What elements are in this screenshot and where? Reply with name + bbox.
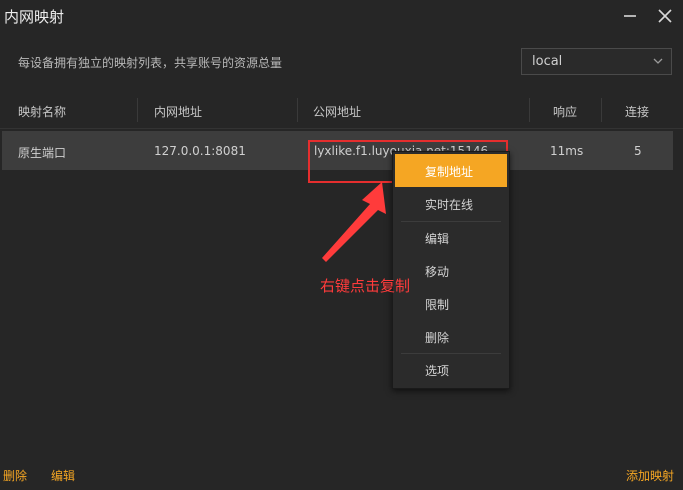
menu-item-options[interactable]: 选项 bbox=[393, 353, 509, 386]
column-divider[interactable] bbox=[297, 98, 298, 122]
annotation-text: 右键点击复制 bbox=[320, 277, 411, 295]
menu-item-copy-address[interactable]: 复制地址 bbox=[395, 154, 507, 187]
connections-cell: 5 bbox=[634, 144, 642, 158]
table-header: 映射名称 内网地址 公网地址 响应 连接 bbox=[0, 92, 683, 129]
add-mapping-link[interactable]: 添加映射 bbox=[626, 467, 674, 484]
column-header-public[interactable]: 公网地址 bbox=[313, 103, 361, 120]
column-header-latency[interactable]: 响应 bbox=[553, 103, 577, 120]
window-title: 内网映射 bbox=[4, 8, 65, 26]
delete-link[interactable]: 删除 bbox=[3, 467, 27, 484]
close-icon bbox=[658, 9, 672, 23]
menu-item-edit[interactable]: 编辑 bbox=[393, 221, 509, 254]
column-header-name[interactable]: 映射名称 bbox=[18, 103, 66, 120]
column-divider[interactable] bbox=[137, 98, 138, 122]
device-select-value: local bbox=[532, 54, 563, 69]
chevron-down-icon bbox=[653, 58, 663, 64]
menu-item-limit[interactable]: 限制 bbox=[393, 287, 509, 320]
menu-item-move[interactable]: 移动 bbox=[393, 254, 509, 287]
context-menu: 复制地址 实时在线 编辑 移动 限制 删除 选项 bbox=[392, 151, 510, 389]
column-divider[interactable] bbox=[601, 98, 602, 122]
device-select[interactable]: local bbox=[521, 48, 672, 75]
menu-item-realtime-online[interactable]: 实时在线 bbox=[393, 187, 509, 220]
minimize-icon bbox=[624, 15, 636, 17]
edit-link[interactable]: 编辑 bbox=[51, 467, 75, 484]
close-button[interactable] bbox=[655, 6, 675, 26]
arrow-annotation-icon bbox=[322, 182, 386, 262]
title-bar: 内网映射 bbox=[0, 0, 683, 32]
mapping-name-cell: 原生端口 bbox=[18, 146, 67, 160]
local-address-cell: 127.0.0.1:8081 bbox=[154, 144, 246, 158]
minimize-button[interactable] bbox=[620, 6, 640, 26]
column-header-connections[interactable]: 连接 bbox=[625, 103, 649, 120]
column-divider[interactable] bbox=[529, 98, 530, 122]
latency-cell: 11ms bbox=[550, 144, 584, 158]
description-text: 每设备拥有独立的映射列表，共享账号的资源总量 bbox=[18, 56, 283, 70]
column-header-local[interactable]: 内网地址 bbox=[154, 103, 202, 120]
menu-item-delete[interactable]: 删除 bbox=[393, 320, 509, 353]
